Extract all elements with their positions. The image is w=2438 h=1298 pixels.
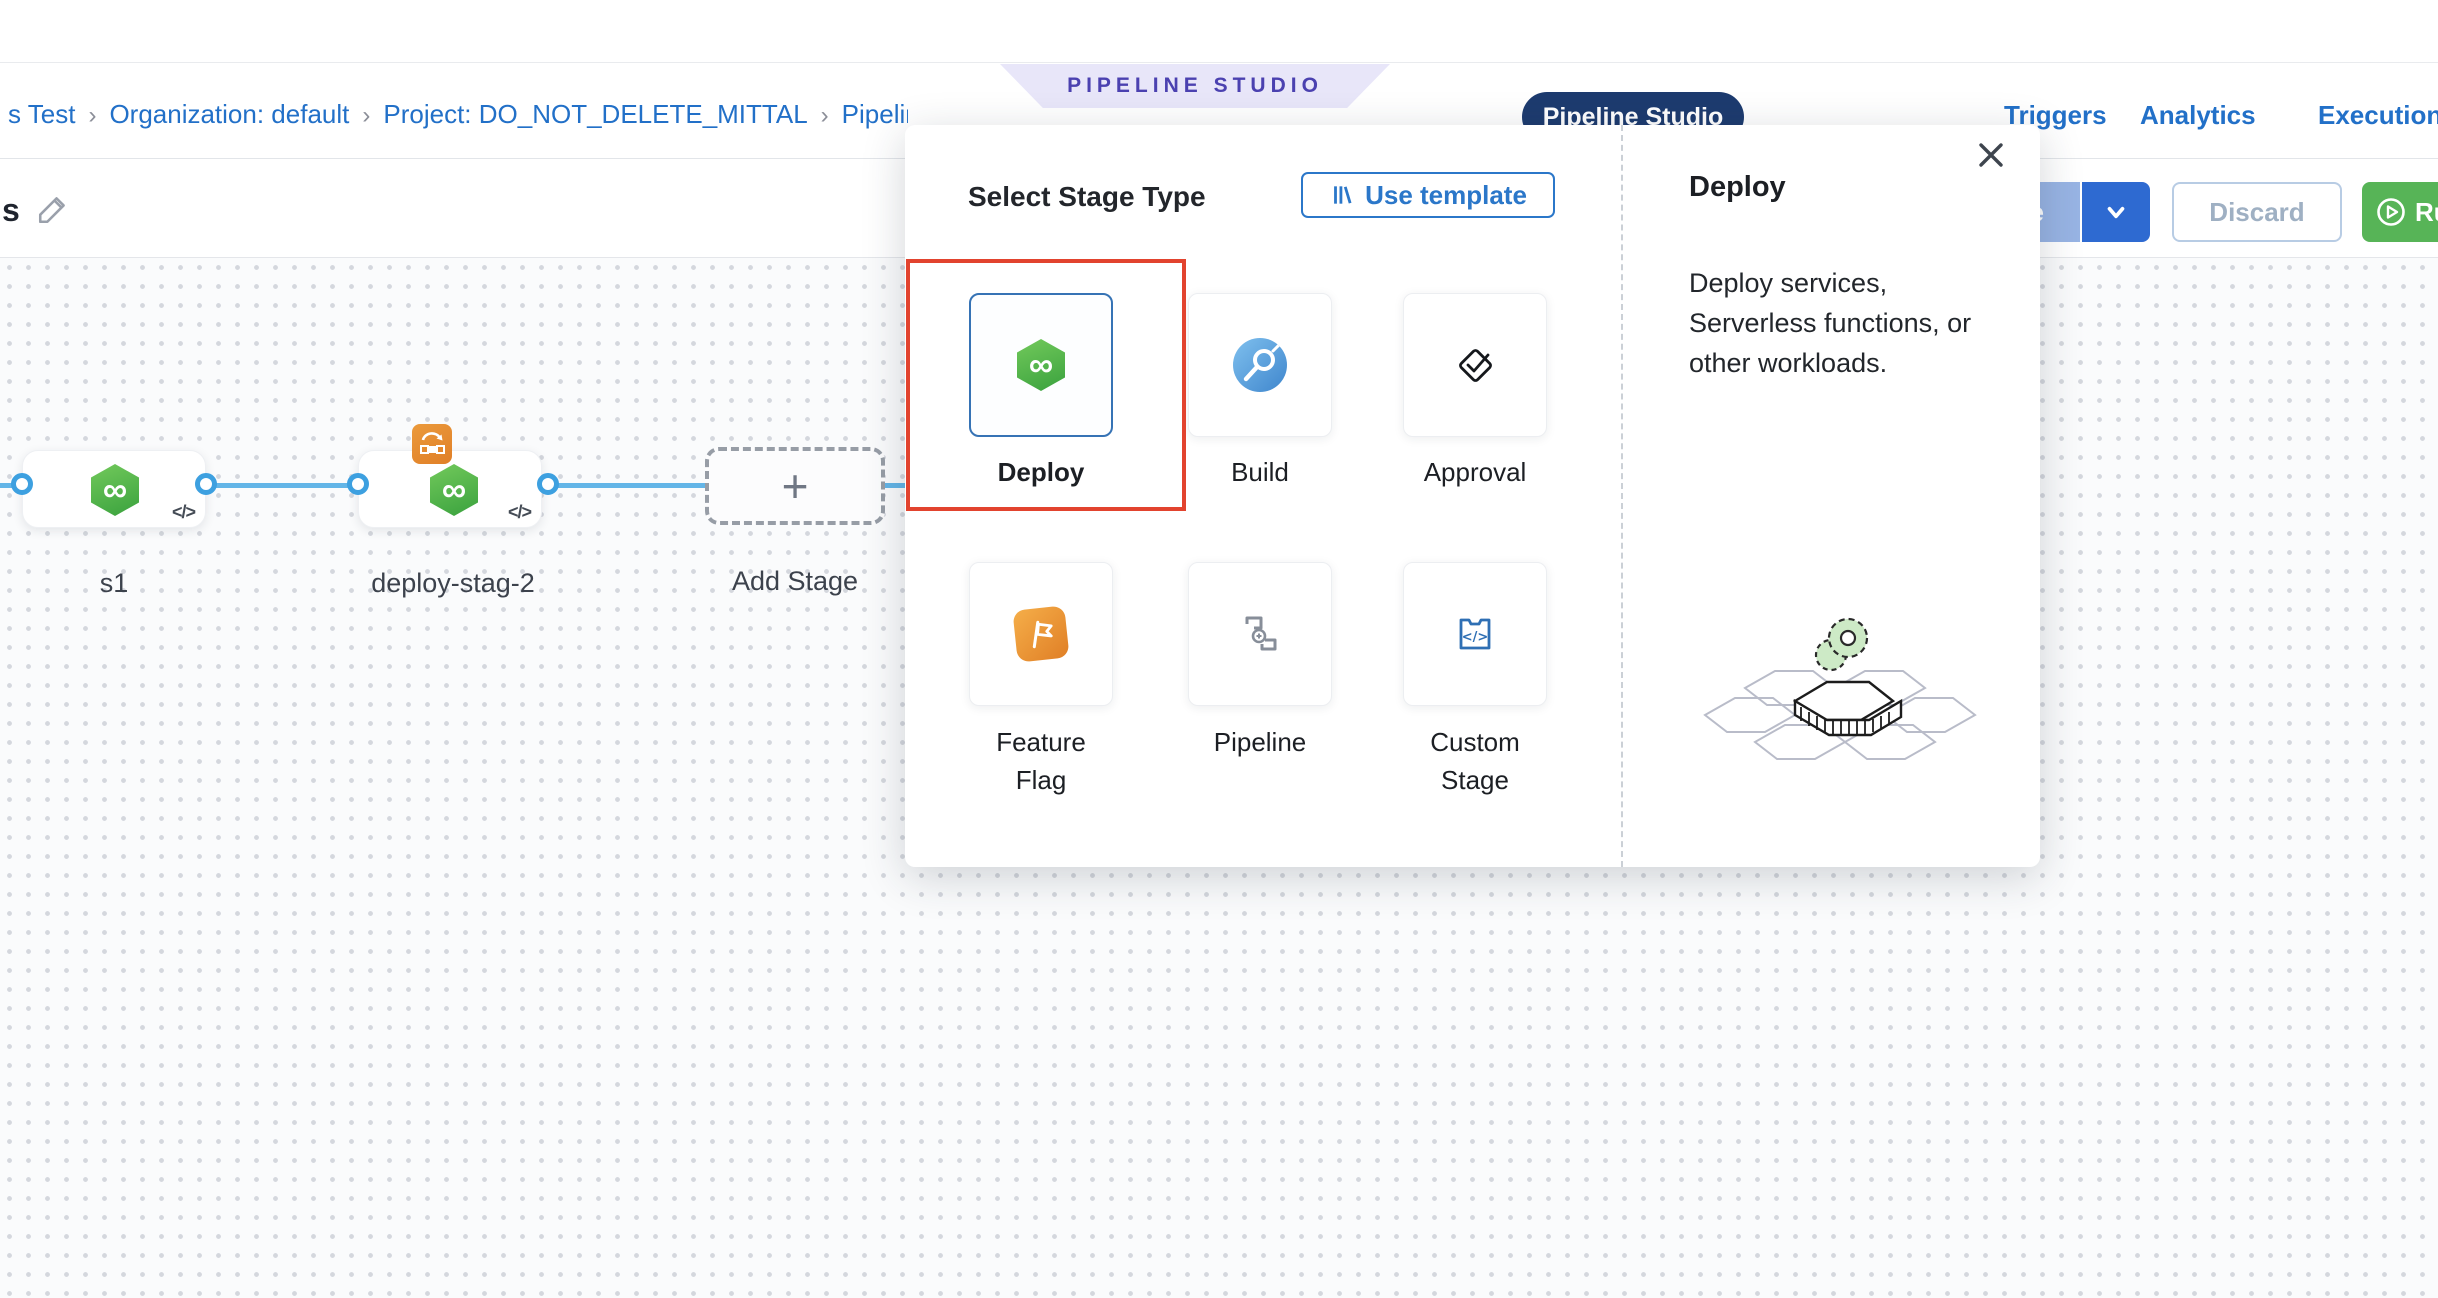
stage-type-tile-deploy[interactable]: ∞: [969, 293, 1113, 437]
stage-type-tile-build[interactable]: [1188, 293, 1332, 437]
cd-hexagon-icon: ∞: [430, 464, 478, 516]
modal-title: Select Stage Type: [968, 181, 1206, 213]
yaml-code-glyph: </>: [172, 502, 195, 523]
approval-check-diamond-icon: [1447, 337, 1503, 393]
detail-pane-description: Deploy services, Serverless functions, o…: [1689, 263, 1989, 383]
stage-type-tile-approval[interactable]: [1403, 293, 1547, 437]
breadcrumb-item-pipelines[interactable]: Pipelines: [842, 99, 908, 129]
deploy-hexagons-illustration: [1685, 593, 1995, 778]
feature-flag-icon: [1012, 605, 1069, 662]
breadcrumb-item-organization[interactable]: Organization: default: [109, 99, 349, 129]
stage-type-tile-feature-flag[interactable]: [969, 562, 1113, 706]
stage-port[interactable]: [537, 473, 559, 495]
stage-type-tile-pipeline[interactable]: [1188, 562, 1332, 706]
run-button-label: Run: [2415, 197, 2438, 228]
stage-port[interactable]: [347, 473, 369, 495]
svg-text:</>: </>: [1462, 630, 1489, 645]
top-header-strip: [0, 0, 2438, 63]
stage-port[interactable]: [195, 473, 217, 495]
edit-pencil-icon[interactable]: [36, 192, 70, 226]
modal-pane-divider: [1621, 125, 1623, 867]
tile-label-custom-stage: Custom Stage: [1403, 723, 1547, 799]
stage-port[interactable]: [11, 473, 33, 495]
tile-label-deploy: Deploy: [969, 453, 1113, 491]
select-stage-type-modal: Select Stage Type Use template ∞: [905, 125, 2040, 867]
run-button[interactable]: Run: [2362, 182, 2438, 242]
breadcrumb-item-test[interactable]: s Test: [8, 99, 75, 129]
breadcrumb-separator: ›: [75, 102, 109, 129]
pipeline-name-fragment: s: [2, 192, 20, 229]
connector-edge: [546, 483, 707, 488]
infinity-glyph: ∞: [442, 466, 466, 514]
run-play-icon: [2375, 196, 2407, 228]
add-stage-label: Add Stage: [665, 566, 925, 597]
chevron-down-icon: [2103, 199, 2129, 225]
stage-label-deploy-stag-2[interactable]: deploy-stag-2: [323, 568, 583, 599]
breadcrumb-item-project[interactable]: Project: DO_NOT_DELETE_MITTAL: [383, 99, 807, 129]
save-options-chevron-button[interactable]: [2082, 182, 2150, 242]
tile-label-approval: Approval: [1403, 453, 1547, 491]
cd-hexagon-icon: ∞: [91, 464, 139, 516]
tile-label-feature-flag: Feature Flag: [969, 723, 1113, 799]
custom-stage-icon: </>: [1447, 606, 1503, 662]
use-template-button[interactable]: Use template: [1301, 172, 1555, 218]
tile-label-pipeline: Pipeline: [1188, 723, 1332, 761]
nav-analytics[interactable]: Analytics: [2140, 100, 2256, 132]
pipeline-studio-ribbon: PIPELINE STUDIO: [1000, 64, 1390, 108]
template-library-icon: [1329, 182, 1355, 208]
pipeline-chained-stages-icon: [1232, 606, 1288, 662]
rolling-deployment-badge-icon: [412, 424, 452, 464]
discard-button[interactable]: Discard: [2172, 182, 2342, 242]
stage-label-s1[interactable]: s1: [0, 568, 244, 599]
detail-pane-title: Deploy: [1689, 171, 1786, 204]
infinity-glyph: ∞: [1029, 341, 1053, 389]
stage-type-tile-custom-stage[interactable]: </>: [1403, 562, 1547, 706]
tile-label-build: Build: [1188, 453, 1332, 491]
yaml-code-glyph: </>: [508, 502, 531, 523]
connector-edge: [204, 483, 360, 488]
build-ci-icon: [1233, 338, 1287, 392]
nav-executions[interactable]: Executions: [2318, 100, 2438, 132]
plus-icon: +: [782, 459, 809, 513]
deploy-hexagon-icon: ∞: [1017, 339, 1065, 391]
close-icon[interactable]: [1973, 137, 2009, 173]
add-stage-button[interactable]: +: [705, 447, 885, 525]
infinity-glyph: ∞: [103, 466, 127, 514]
breadcrumb: s Test›Organization: default›Project: DO…: [8, 99, 908, 133]
stage-node-s1[interactable]: ∞ </>: [22, 450, 206, 528]
breadcrumb-separator: ›: [349, 102, 383, 129]
breadcrumb-separator: ›: [808, 102, 842, 129]
use-template-label: Use template: [1365, 180, 1527, 211]
stage-node-deploy-stag-2[interactable]: ∞ </>: [358, 450, 542, 528]
